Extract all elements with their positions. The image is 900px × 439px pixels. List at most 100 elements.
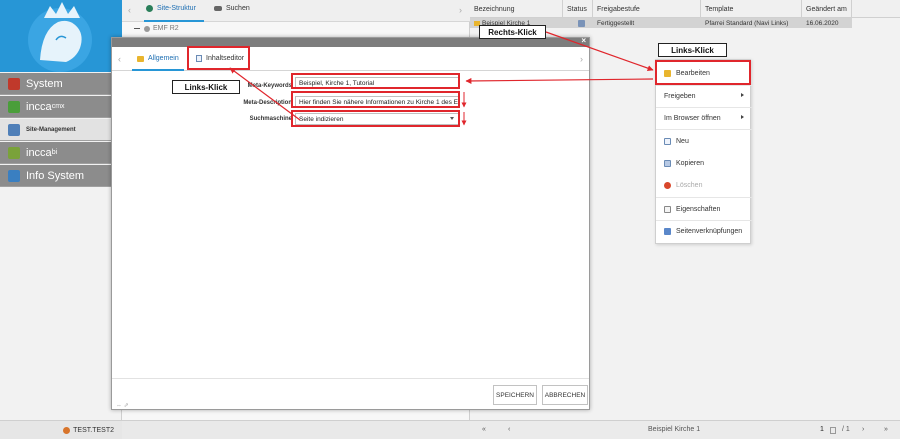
left-navigation-panel: System incca cmx Site-Management incca bi … — [0, 0, 122, 439]
tab-label: Site-Struktur — [157, 5, 196, 12]
nav-item-label: Site-Management — [26, 126, 76, 133]
highlight-meta-keywords — [291, 73, 460, 89]
delete-icon — [664, 181, 671, 189]
column-header-bezeichnung[interactable]: Bezeichnung — [470, 0, 563, 18]
globe-icon — [146, 5, 153, 12]
meta-description-label: Meta-Description — [243, 100, 292, 106]
cancel-button[interactable]: ABBRECHEN — [542, 385, 588, 405]
tree-footer — [122, 420, 470, 439]
grid-pager: « ‹ Beispiel Kirche 1 1 / 1 › » — [470, 420, 900, 439]
cell-freigabestufe: Fertiggestellt — [597, 19, 635, 27]
menu-item-label: Kopieren — [676, 159, 705, 167]
nav-item-label: incca — [26, 146, 52, 159]
globe-icon — [144, 25, 150, 32]
links-icon — [664, 227, 671, 235]
nav-item-info-system[interactable]: Info System — [0, 165, 122, 187]
folder-icon — [137, 55, 144, 62]
tabs-right-arrow-icon[interactable]: › — [459, 5, 462, 15]
pager-title: Beispiel Kirche 1 — [648, 426, 701, 433]
collapse-icon[interactable] — [134, 28, 140, 29]
nav-item-incca-bi[interactable]: incca bi — [0, 142, 122, 164]
info-system-icon — [8, 170, 20, 182]
nav-item-site-management[interactable]: Site-Management — [0, 119, 122, 141]
submenu-arrow-icon — [741, 93, 744, 97]
tree-node-label: EMF R2 — [153, 25, 179, 32]
menu-item-kopieren[interactable]: Kopieren — [656, 152, 752, 174]
tab-site-struktur[interactable]: Site-Struktur — [146, 5, 196, 12]
highlight-suchmaschine — [291, 110, 460, 127]
properties-icon — [664, 205, 671, 213]
nav-item-label: Info System — [26, 169, 85, 182]
page-stepper-icon[interactable] — [830, 427, 836, 434]
first-page-icon[interactable]: « — [482, 426, 486, 433]
user-name: TEST.TEST2 — [73, 426, 114, 434]
nav-item-label: incca — [26, 100, 52, 113]
user-icon — [63, 426, 71, 434]
nav-item-incca-cmx[interactable]: incca cmx — [0, 96, 122, 118]
menu-item-label: Freigeben — [664, 92, 696, 100]
nav-item-label: System — [26, 77, 63, 90]
cell-status — [574, 18, 594, 28]
menu-item-label: Eigenschaften — [676, 205, 721, 213]
prev-page-icon[interactable]: ‹ — [508, 426, 510, 433]
status-icon — [578, 19, 585, 27]
submenu-arrow-icon — [741, 115, 744, 119]
new-page-icon — [664, 137, 671, 145]
page-total: / 1 — [842, 426, 850, 433]
nav-item-sup: bi — [51, 149, 58, 156]
app-logo — [0, 0, 122, 72]
nav-item-system[interactable]: System — [0, 73, 122, 95]
menu-item-label: Seitenverknüpfungen — [676, 227, 743, 235]
callout-links-klick-menu: Links-Klick — [658, 43, 727, 57]
column-header-template[interactable]: Template — [701, 0, 802, 18]
menu-item-label: Neu — [676, 137, 689, 145]
suchmaschine-label: Suchmaschine — [249, 116, 292, 122]
save-button[interactable]: SPEICHERN — [493, 385, 537, 405]
cell-template: Pfarrei Standard (Navi Links) — [705, 19, 789, 27]
dialog-tabs-right-icon[interactable]: › — [580, 54, 583, 64]
active-tab-indicator — [144, 20, 204, 22]
tree-tabs: ‹ Site-Struktur Suchen › — [122, 0, 470, 22]
context-menu: Bearbeiten Freigeben Im Browser öffnen N… — [655, 59, 752, 244]
dialog-tabs-left-icon[interactable]: ‹ — [118, 54, 121, 64]
column-header-freigabestufe[interactable]: Freigabestufe — [593, 0, 701, 18]
active-tab-indicator — [132, 69, 184, 71]
highlight-bearbeiten — [655, 60, 751, 85]
footer-divider — [112, 378, 589, 379]
menu-item-seitenverknuepfungen[interactable]: Seitenverknüpfungen — [656, 220, 752, 242]
cmx-icon — [8, 101, 20, 113]
menu-item-label: Löschen — [676, 181, 703, 189]
menu-item-eigenschaften[interactable]: Eigenschaften — [656, 198, 752, 220]
nav-item-sup: cmx — [51, 103, 65, 110]
copy-icon — [664, 159, 671, 167]
tab-label: Allgemein — [148, 55, 179, 62]
close-icon[interactable]: × — [581, 36, 586, 45]
tab-label: Suchen — [226, 5, 250, 12]
bi-icon — [8, 147, 20, 159]
highlight-inhaltseditor-tab — [187, 46, 250, 70]
highlight-meta-description — [291, 91, 460, 108]
column-header-status[interactable]: Status — [563, 0, 593, 18]
last-page-icon[interactable]: » — [884, 426, 888, 433]
callout-links-klick-tab: Links-Klick — [172, 80, 240, 94]
menu-item-loeschen[interactable]: Löschen — [656, 174, 752, 196]
tab-allgemein[interactable]: Allgemein — [137, 55, 179, 62]
menu-item-neu[interactable]: Neu — [656, 130, 752, 152]
page-number[interactable]: 1 — [820, 426, 824, 433]
menu-item-freigeben[interactable]: Freigeben — [656, 85, 752, 107]
menu-item-label: Im Browser öffnen — [664, 114, 721, 122]
tabs-left-arrow-icon[interactable]: ‹ — [128, 5, 131, 15]
user-bar[interactable]: TEST.TEST2 — [0, 420, 122, 439]
grid-header: Bezeichnung Status Freigabestufe Templat… — [470, 0, 900, 18]
binoculars-icon — [214, 6, 222, 11]
next-page-icon[interactable]: › — [862, 426, 864, 433]
system-icon — [8, 78, 20, 90]
dialog-tabs: ‹ Allgemein Inhaltseditor › — [112, 47, 589, 71]
column-header-geaendert[interactable]: Geändert am — [802, 0, 852, 18]
dialog-titlebar[interactable]: × — [112, 36, 589, 47]
tab-suchen[interactable]: Suchen — [214, 5, 250, 12]
menu-item-im-browser-oeffnen[interactable]: Im Browser öffnen — [656, 107, 752, 129]
dialog-corner-icons: ⇔ ⇗ — [116, 403, 129, 409]
cell-geaendert: 16.06.2020 — [806, 19, 839, 27]
tree-root-node[interactable]: EMF R2 — [134, 25, 179, 32]
